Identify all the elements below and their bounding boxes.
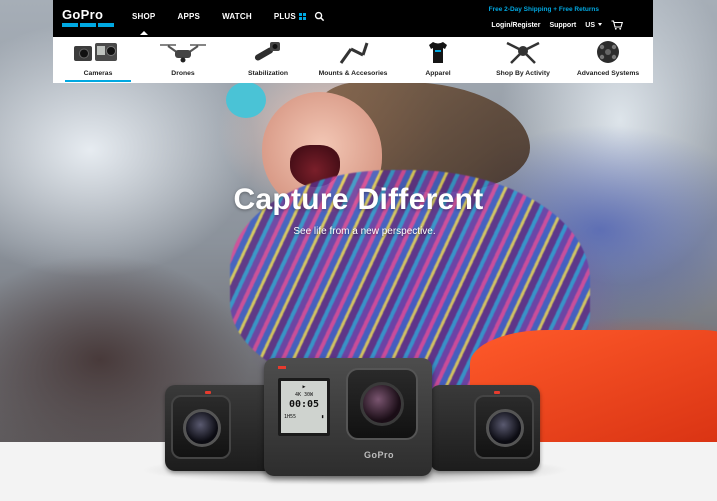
category-label: Apparel bbox=[425, 70, 451, 77]
camera-lens bbox=[360, 382, 404, 426]
category-bar: Cameras Drones Stabilization Mounts & Ac… bbox=[53, 37, 653, 83]
category-label: Cameras bbox=[83, 70, 113, 77]
category-cameras[interactable]: Cameras bbox=[59, 37, 137, 83]
gopro-logo[interactable]: GoPro bbox=[62, 7, 114, 27]
nav-watch[interactable]: WATCH bbox=[222, 12, 252, 21]
cart-icon[interactable] bbox=[611, 20, 623, 30]
gimbal-icon bbox=[238, 37, 298, 67]
camera-front-screen: ▶ 4K 30W 00:05 1H55 ▮ bbox=[278, 378, 330, 436]
logo-bars bbox=[62, 23, 114, 27]
category-apparel[interactable]: Apparel bbox=[399, 37, 477, 83]
region-selector[interactable]: US bbox=[585, 22, 602, 29]
lens-housing bbox=[346, 368, 418, 440]
category-stabilization[interactable]: Stabilization bbox=[229, 37, 307, 83]
lens-frame bbox=[171, 395, 231, 459]
utility-nav: Login/Register Support US bbox=[491, 20, 623, 30]
screen-time: 00:05 bbox=[288, 399, 320, 410]
camera-lens bbox=[183, 409, 221, 447]
chevron-down-icon bbox=[598, 22, 602, 26]
screen-mode: 1H55 bbox=[284, 414, 297, 420]
category-label: Mounts & Accesories bbox=[318, 70, 388, 77]
support-link[interactable]: Support bbox=[549, 22, 576, 29]
shipping-promo[interactable]: Free 2-Day Shipping + Free Returns bbox=[489, 6, 599, 13]
screen-status: 1H55 ▮ bbox=[284, 414, 324, 420]
category-label: Advanced Systems bbox=[576, 70, 640, 77]
nav-shop[interactable]: SHOP bbox=[132, 12, 155, 35]
plus-dots-icon bbox=[298, 13, 306, 20]
camera-session-left[interactable] bbox=[165, 385, 275, 471]
hero-headline: Capture Different bbox=[233, 183, 484, 216]
logo-text: GoPro bbox=[62, 7, 104, 22]
drone-icon bbox=[153, 37, 213, 67]
record-indicator bbox=[278, 366, 286, 369]
category-label: Shop By Activity bbox=[496, 70, 550, 77]
hero-photo-hat bbox=[226, 82, 266, 118]
mount-icon bbox=[323, 37, 383, 67]
login-register-link[interactable]: Login/Register bbox=[491, 22, 540, 29]
battery-icon: ▮ bbox=[320, 414, 324, 420]
nav-plus[interactable]: PLUS bbox=[274, 12, 306, 21]
region-label: US bbox=[585, 21, 595, 29]
top-nav-bar: GoPro SHOP APPS WATCH PLUS Free 2-Day Sh… bbox=[53, 0, 653, 37]
search-icon[interactable] bbox=[314, 11, 325, 22]
video-mode-icon: ▶ bbox=[302, 384, 306, 390]
camera-brand-text: GoPro bbox=[364, 450, 395, 460]
hero-subhead: See life from a new perspective. bbox=[293, 226, 436, 237]
category-mounts[interactable]: Mounts & Accesories bbox=[314, 37, 392, 83]
record-indicator bbox=[494, 391, 500, 394]
record-indicator bbox=[205, 391, 211, 394]
cameras-icon bbox=[68, 37, 128, 67]
camera-hero-main[interactable]: ▶ 4K 30W 00:05 1H55 ▮ GoPro bbox=[264, 358, 432, 476]
spherical-rig-icon bbox=[578, 37, 638, 67]
category-advanced-systems[interactable]: Advanced Systems bbox=[569, 37, 647, 83]
tshirt-icon bbox=[408, 37, 468, 67]
main-nav: SHOP APPS WATCH PLUS bbox=[132, 12, 328, 35]
category-label: Stabilization bbox=[247, 70, 289, 77]
activity-mount-icon bbox=[493, 37, 553, 67]
category-shop-by-activity[interactable]: Shop By Activity bbox=[484, 37, 562, 83]
plus-label: PLUS bbox=[273, 12, 296, 21]
category-drones[interactable]: Drones bbox=[144, 37, 222, 83]
screen-resolution: 4K 30W bbox=[294, 392, 314, 398]
category-label: Drones bbox=[171, 70, 195, 77]
camera-lens bbox=[486, 409, 524, 447]
camera-session-right[interactable] bbox=[430, 385, 540, 471]
nav-apps[interactable]: APPS bbox=[177, 12, 200, 21]
lens-frame bbox=[474, 395, 534, 459]
